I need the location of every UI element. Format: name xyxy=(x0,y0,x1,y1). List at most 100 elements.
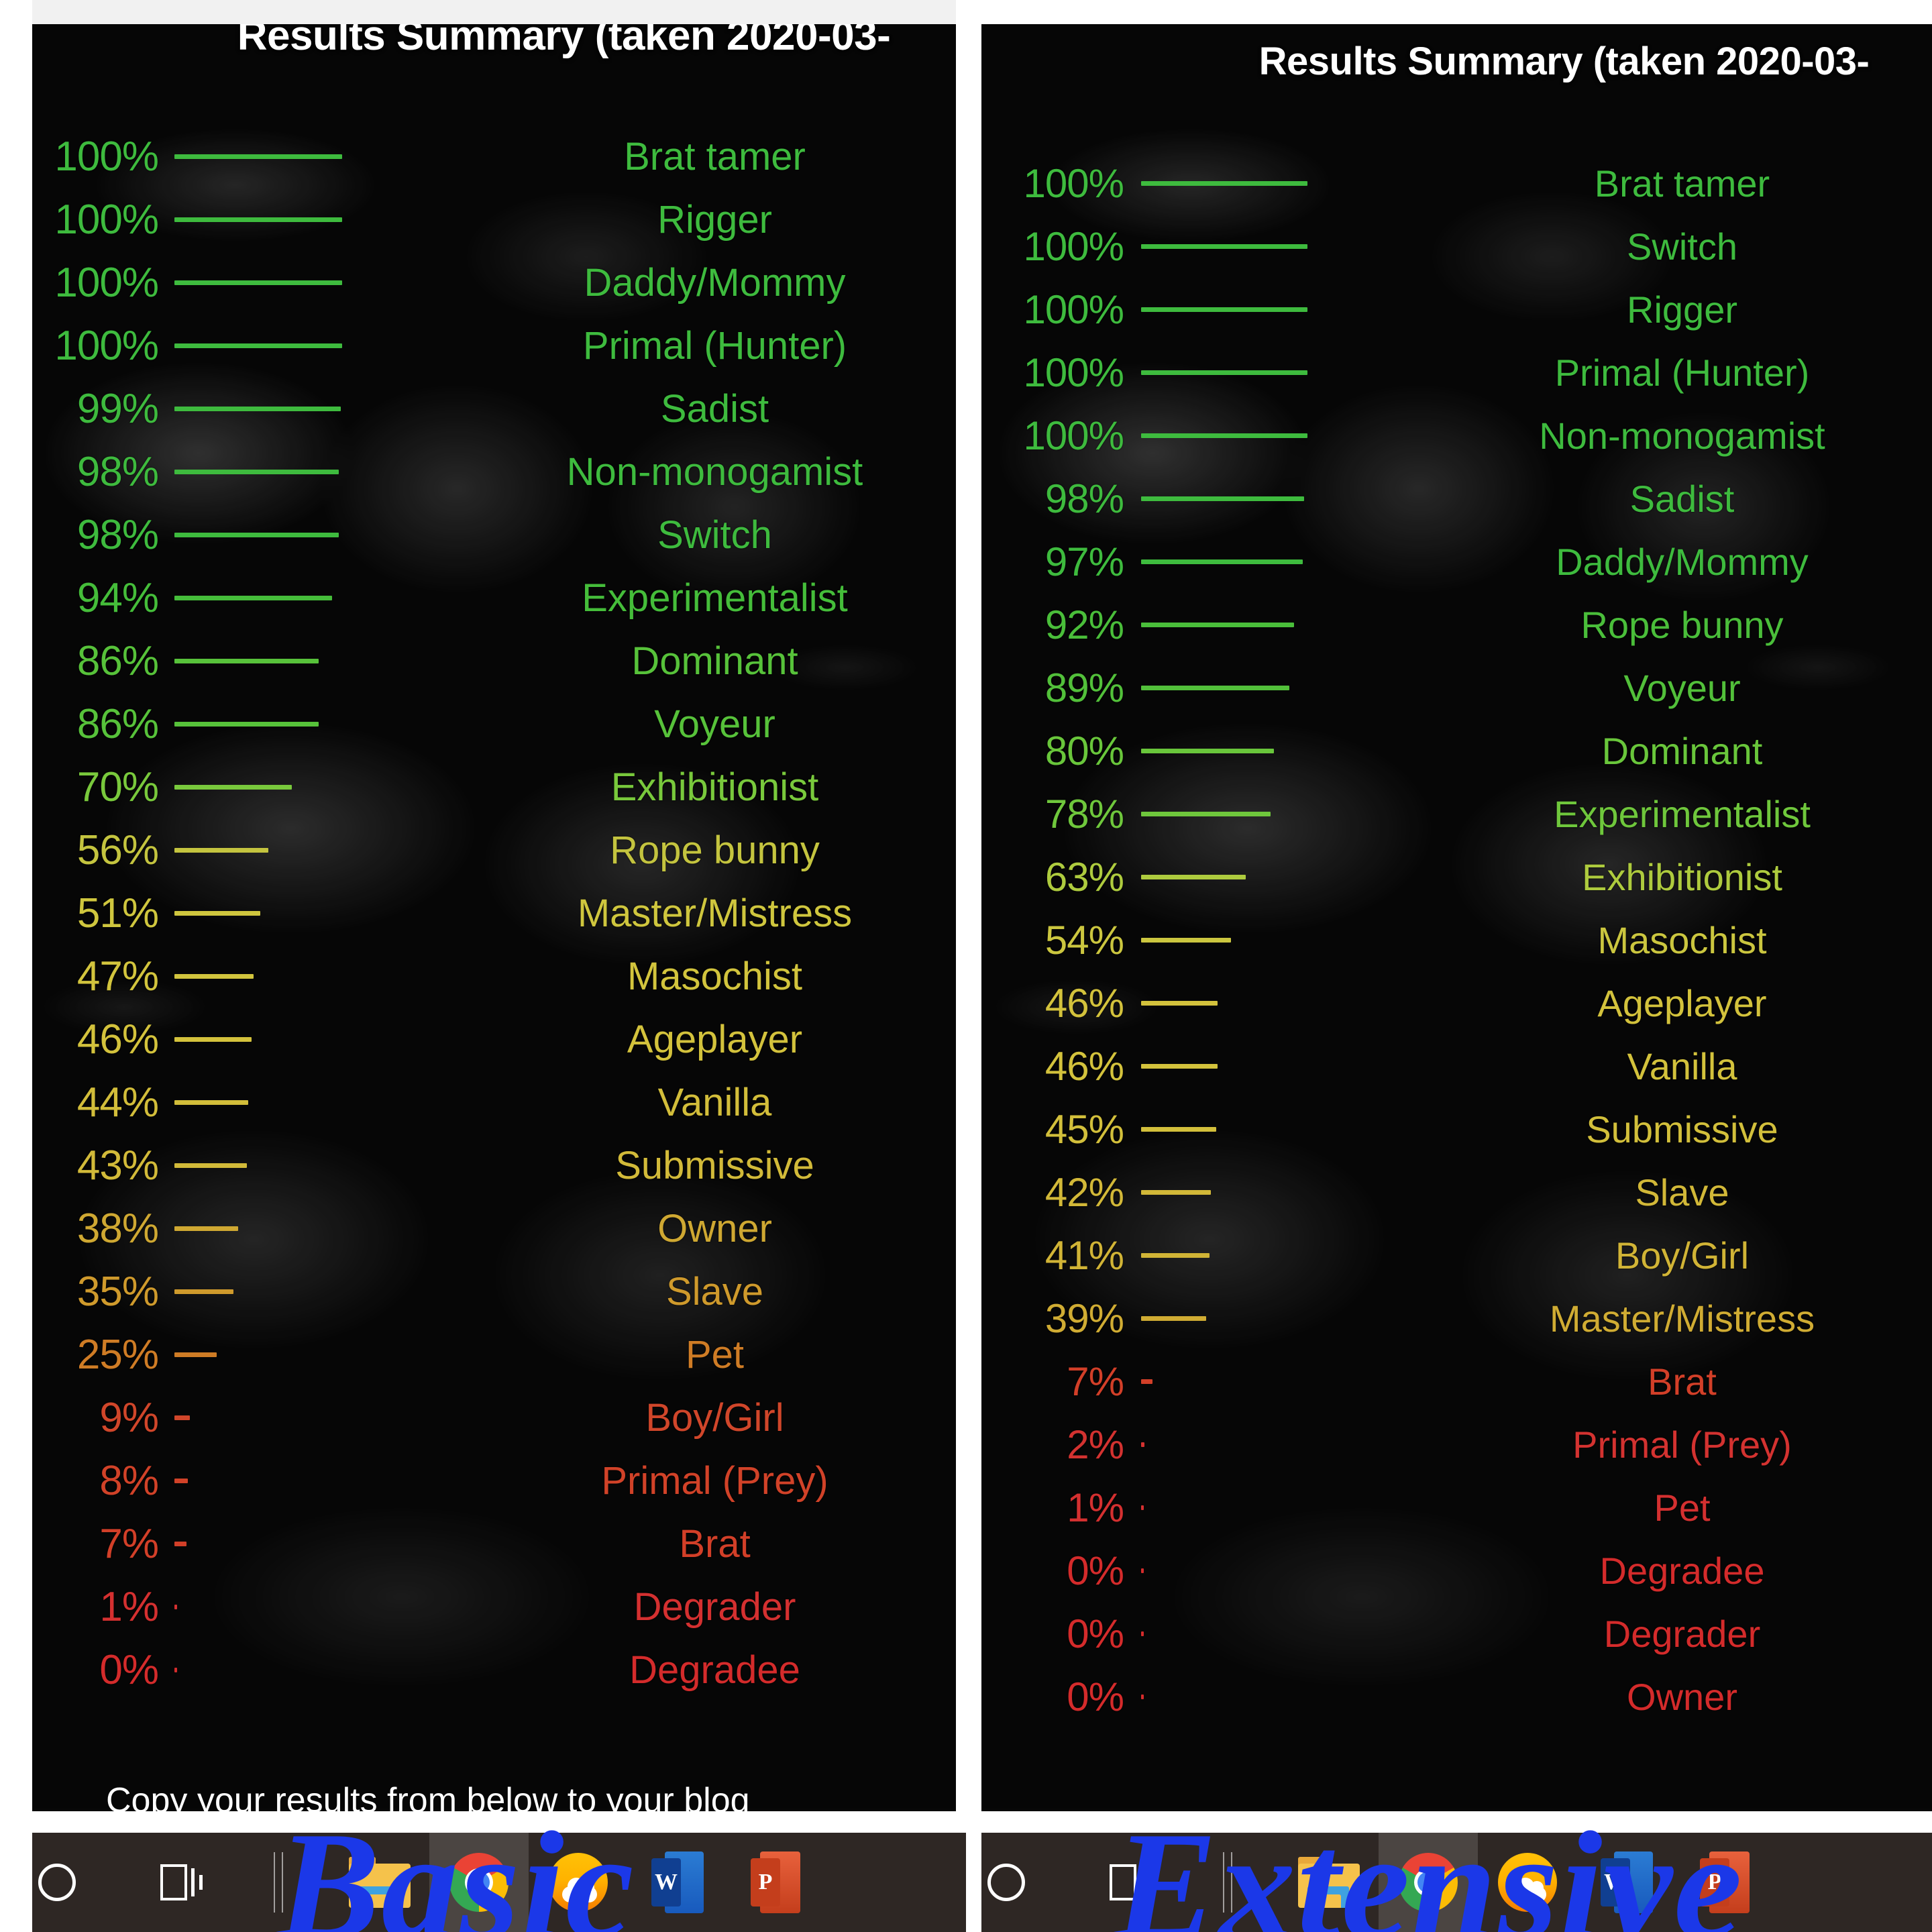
result-row: 2% Primal (Prey) xyxy=(1016,1413,1923,1476)
result-label: Boy/Girl xyxy=(645,1395,784,1440)
word-icon[interactable]: W xyxy=(1601,1851,1653,1913)
taskbar-button[interactable]: W xyxy=(1577,1833,1676,1932)
result-bar-track xyxy=(174,1134,490,1197)
result-bar xyxy=(174,1352,217,1357)
result-percent: 86% xyxy=(76,637,159,684)
result-label: Slave xyxy=(1635,1171,1729,1214)
result-percent: 63% xyxy=(1044,854,1124,900)
result-bar-track xyxy=(174,945,490,1008)
result-bar xyxy=(1141,937,1231,943)
result-bar xyxy=(174,532,339,537)
result-row: 43% Submissive xyxy=(51,1134,944,1197)
result-bar xyxy=(174,406,341,411)
file-explorer-icon[interactable] xyxy=(1298,1857,1360,1908)
result-bar-track xyxy=(1141,1476,1444,1539)
result-label: Brat xyxy=(679,1521,751,1566)
result-bar xyxy=(174,154,342,159)
chrome-icon[interactable] xyxy=(1399,1853,1458,1912)
result-label: Rigger xyxy=(657,197,772,241)
result-percent: 9% xyxy=(99,1394,159,1441)
result-label: Rigger xyxy=(1627,288,1737,331)
chrome-icon[interactable] xyxy=(449,1853,508,1912)
taskbar-button[interactable] xyxy=(231,1833,330,1932)
result-row: 54% Masochist xyxy=(1016,908,1923,971)
result-percent: 100% xyxy=(54,196,159,243)
result-bar-track xyxy=(1141,1287,1444,1350)
result-bar xyxy=(1141,1631,1144,1636)
file-explorer-icon[interactable] xyxy=(349,1857,411,1908)
taskbar-button[interactable] xyxy=(981,1833,1081,1932)
result-bar xyxy=(174,973,254,979)
panel-basic: Results Summary (taken 2020-03- 100% Brat… xyxy=(0,0,966,1932)
result-label: Submissive xyxy=(1586,1108,1778,1150)
result-row: 25% Pet xyxy=(51,1323,944,1386)
result-label: Boy/Girl xyxy=(1615,1234,1750,1277)
taskbar-button[interactable] xyxy=(429,1833,529,1932)
results-page-basic: Results Summary (taken 2020-03- 100% Brat… xyxy=(32,24,956,1811)
onedrive-icon[interactable] xyxy=(1498,1853,1557,1912)
result-bar xyxy=(174,1289,233,1294)
windows-taskbar-extensive[interactable]: WP xyxy=(981,1833,1932,1932)
result-percent: 38% xyxy=(76,1205,159,1252)
result-row: 86% Dominant xyxy=(51,629,944,692)
result-percent: 0% xyxy=(1067,1611,1124,1656)
result-bar xyxy=(174,1667,177,1672)
result-label: Sadist xyxy=(1629,477,1735,520)
taskbar-button[interactable]: P xyxy=(727,1833,826,1932)
result-label: Dominant xyxy=(1601,729,1763,772)
result-bar xyxy=(1141,748,1275,753)
taskbar-button[interactable]: W xyxy=(628,1833,727,1932)
result-row: 70% Exhibitionist xyxy=(51,755,944,818)
result-row: 56% Rope bunny xyxy=(51,818,944,881)
result-percent: 78% xyxy=(1044,791,1124,837)
onedrive-icon[interactable] xyxy=(549,1853,608,1912)
result-bar xyxy=(174,1036,252,1042)
result-percent: 1% xyxy=(99,1583,159,1630)
result-row: 99% Sadist xyxy=(51,377,944,440)
result-label: Daddy/Mommy xyxy=(1556,540,1809,583)
taskbar-button[interactable] xyxy=(1478,1833,1577,1932)
task-view-icon[interactable] xyxy=(1107,1864,1154,1900)
taskbar-button[interactable] xyxy=(330,1833,429,1932)
result-label: Owner xyxy=(1627,1675,1737,1718)
result-bar xyxy=(1141,1189,1212,1195)
taskbar-button[interactable] xyxy=(1379,1833,1478,1932)
result-percent: 70% xyxy=(76,763,159,810)
powerpoint-icon[interactable]: P xyxy=(751,1851,803,1913)
result-bar-track xyxy=(1141,908,1444,971)
taskbar-button[interactable]: P xyxy=(1676,1833,1776,1932)
result-row: 39% Master/Mistress xyxy=(1016,1287,1923,1350)
result-percent: 0% xyxy=(1067,1674,1124,1719)
cortana-icon[interactable] xyxy=(38,1864,76,1901)
result-percent: 46% xyxy=(76,1016,159,1063)
result-bar xyxy=(174,1604,177,1609)
result-label: Dominant xyxy=(631,639,798,683)
result-row: 100% Switch xyxy=(1016,215,1923,278)
cortana-icon[interactable] xyxy=(987,1864,1025,1901)
word-icon[interactable]: W xyxy=(651,1851,704,1913)
result-percent: 100% xyxy=(1023,286,1124,332)
result-row: 98% Switch xyxy=(51,503,944,566)
result-bar xyxy=(1141,559,1303,564)
result-bar-track xyxy=(1141,404,1444,467)
result-label: Switch xyxy=(1627,225,1737,268)
taskbar-button[interactable] xyxy=(1180,1833,1279,1932)
result-bar-track xyxy=(1141,593,1444,656)
result-percent: 100% xyxy=(1023,413,1124,458)
result-row: 100% Primal (Hunter) xyxy=(51,314,944,377)
result-percent: 8% xyxy=(99,1457,159,1504)
result-bar xyxy=(1141,1505,1144,1510)
taskbar-button[interactable] xyxy=(1081,1833,1180,1932)
result-bar xyxy=(1141,1063,1218,1069)
result-bar xyxy=(1141,433,1307,438)
result-bar-track xyxy=(1141,1161,1444,1224)
powerpoint-icon[interactable]: P xyxy=(1700,1851,1752,1913)
result-row: 42% Slave xyxy=(1016,1161,1923,1224)
task-view-icon[interactable] xyxy=(158,1864,205,1900)
taskbar-button[interactable] xyxy=(529,1833,628,1932)
taskbar-button[interactable] xyxy=(1279,1833,1379,1932)
windows-taskbar-basic[interactable]: WP xyxy=(32,1833,966,1932)
taskbar-button[interactable] xyxy=(32,1833,131,1932)
result-bar-track xyxy=(174,629,490,692)
taskbar-button[interactable] xyxy=(131,1833,231,1932)
